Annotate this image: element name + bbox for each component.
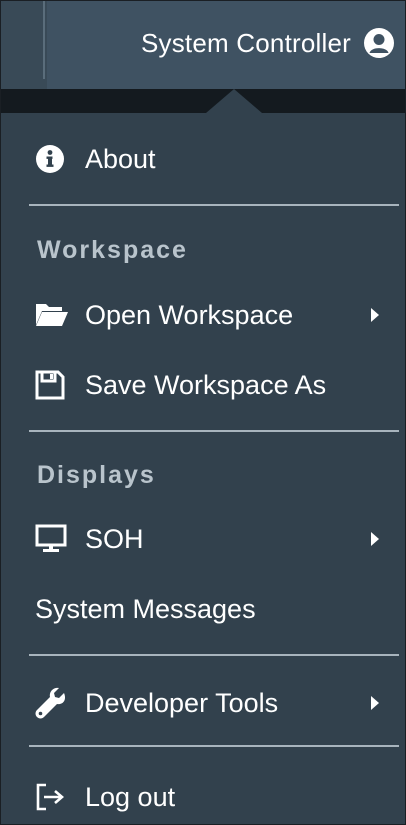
- menu-item-label: Log out: [85, 781, 176, 812]
- desktop-icon: [35, 524, 75, 554]
- chevron-right-icon: [371, 308, 379, 322]
- menu-top-shadow: [1, 89, 405, 113]
- menu-item-system-messages[interactable]: System Messages: [1, 579, 405, 639]
- wrench-icon: [35, 687, 75, 719]
- menu-item-developer-tools[interactable]: Developer Tools: [1, 673, 405, 733]
- section-header-displays: Displays: [37, 461, 156, 489]
- top-bar: System Controller: [1, 1, 405, 89]
- menu-item-about[interactable]: About: [1, 129, 405, 189]
- menu-item-log-out[interactable]: Log out: [1, 767, 405, 824]
- chevron-right-icon: [371, 696, 379, 710]
- user-dropdown-menu: System Controller About Workspace Open W…: [0, 0, 406, 825]
- divider: [29, 654, 399, 656]
- chevron-right-icon: [371, 532, 379, 546]
- divider: [29, 430, 399, 432]
- divider: [29, 204, 399, 206]
- menu-item-label: System Messages: [35, 593, 256, 624]
- menu-item-label: Save Workspace As: [85, 369, 327, 400]
- menu-item-open-workspace[interactable]: Open Workspace: [1, 285, 405, 345]
- section-header-workspace: Workspace: [37, 236, 188, 264]
- menu-caret: [206, 89, 262, 113]
- menu-item-label: Open Workspace: [85, 299, 294, 330]
- menu-item-label: About: [85, 143, 156, 174]
- menu-item-save-workspace-as[interactable]: Save Workspace As: [1, 355, 405, 415]
- info-circle-icon: [35, 144, 75, 174]
- folder-open-icon: [35, 301, 75, 329]
- log-out-icon: [35, 782, 75, 812]
- user-menu-label: System Controller: [140, 27, 351, 58]
- menu-item-soh[interactable]: SOH: [1, 509, 405, 569]
- user-circle-icon: [363, 27, 395, 59]
- menu-item-label: Developer Tools: [85, 687, 279, 718]
- topbar-divider: [43, 1, 45, 79]
- menu-item-label: SOH: [85, 523, 144, 554]
- user-menu-button[interactable]: System Controller: [47, 1, 405, 89]
- save-icon: [35, 370, 75, 400]
- divider: [29, 745, 399, 747]
